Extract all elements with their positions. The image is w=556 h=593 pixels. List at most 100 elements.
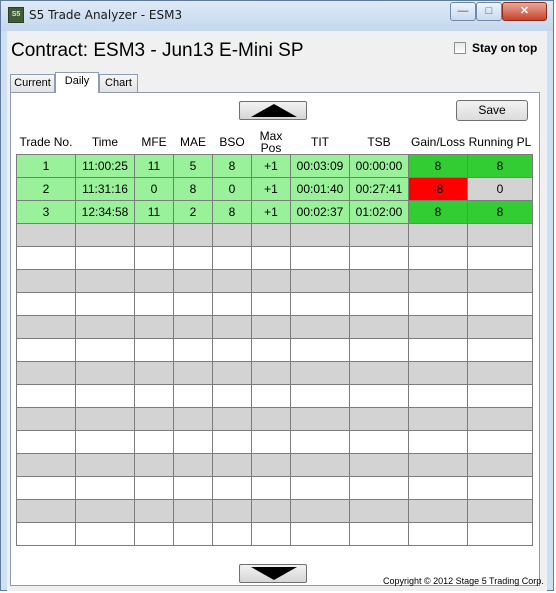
empty-cell[interactable] — [251, 499, 291, 523]
empty-cell[interactable] — [290, 269, 350, 293]
empty-cell[interactable] — [134, 522, 174, 546]
empty-cell[interactable] — [467, 476, 533, 500]
empty-cell[interactable] — [173, 223, 213, 247]
cell-bso[interactable]: 0 — [212, 177, 252, 201]
empty-table-row[interactable] — [16, 522, 533, 546]
empty-cell[interactable] — [134, 292, 174, 316]
empty-table-row[interactable] — [16, 430, 533, 454]
empty-cell[interactable] — [349, 315, 409, 339]
empty-cell[interactable] — [408, 407, 468, 431]
empty-cell[interactable] — [212, 292, 252, 316]
empty-cell[interactable] — [173, 499, 213, 523]
empty-cell[interactable] — [251, 292, 291, 316]
cell-bso[interactable]: 8 — [212, 200, 252, 224]
empty-cell[interactable] — [134, 453, 174, 477]
cell-mae[interactable]: 5 — [173, 154, 213, 178]
empty-cell[interactable] — [349, 430, 409, 454]
empty-cell[interactable] — [349, 338, 409, 362]
empty-cell[interactable] — [290, 430, 350, 454]
empty-cell[interactable] — [212, 522, 252, 546]
empty-cell[interactable] — [349, 522, 409, 546]
empty-cell[interactable] — [290, 315, 350, 339]
empty-cell[interactable] — [16, 269, 76, 293]
cell-tsb[interactable]: 01:02:00 — [349, 200, 409, 224]
cell-bso[interactable]: 8 — [212, 154, 252, 178]
empty-table-row[interactable] — [16, 292, 533, 316]
empty-cell[interactable] — [75, 499, 135, 523]
empty-cell[interactable] — [16, 292, 76, 316]
empty-table-row[interactable] — [16, 453, 533, 477]
empty-table-row[interactable] — [16, 338, 533, 362]
empty-cell[interactable] — [134, 407, 174, 431]
empty-cell[interactable] — [408, 384, 468, 408]
empty-cell[interactable] — [134, 269, 174, 293]
empty-cell[interactable] — [467, 499, 533, 523]
empty-cell[interactable] — [75, 338, 135, 362]
empty-cell[interactable] — [173, 384, 213, 408]
empty-cell[interactable] — [290, 246, 350, 270]
cell-mfe[interactable]: 0 — [134, 177, 174, 201]
empty-cell[interactable] — [290, 361, 350, 385]
empty-cell[interactable] — [212, 315, 252, 339]
tab-daily[interactable]: Daily — [55, 72, 99, 93]
empty-cell[interactable] — [75, 292, 135, 316]
cell-tsb[interactable]: 00:00:00 — [349, 154, 409, 178]
empty-cell[interactable] — [349, 384, 409, 408]
minimize-button[interactable]: — — [450, 2, 476, 21]
empty-cell[interactable] — [290, 223, 350, 247]
empty-cell[interactable] — [173, 522, 213, 546]
empty-cell[interactable] — [16, 407, 76, 431]
cell-mae[interactable]: 2 — [173, 200, 213, 224]
empty-cell[interactable] — [467, 453, 533, 477]
empty-cell[interactable] — [349, 499, 409, 523]
table-row[interactable]: 3 12:34:58 11 2 8 +1 00:02:37 01:02:00 8… — [16, 200, 533, 224]
empty-cell[interactable] — [467, 430, 533, 454]
save-button[interactable]: Save — [456, 100, 528, 121]
empty-cell[interactable] — [75, 384, 135, 408]
cell-tsb[interactable]: 00:27:41 — [349, 177, 409, 201]
empty-table-row[interactable] — [16, 223, 533, 247]
empty-cell[interactable] — [349, 269, 409, 293]
stay-on-top-toggle[interactable]: Stay on top — [454, 41, 537, 55]
empty-cell[interactable] — [467, 269, 533, 293]
cell-mfe[interactable]: 11 — [134, 154, 174, 178]
empty-cell[interactable] — [212, 499, 252, 523]
empty-table-row[interactable] — [16, 476, 533, 500]
cell-running-pl[interactable]: 8 — [467, 154, 533, 178]
empty-cell[interactable] — [349, 453, 409, 477]
empty-cell[interactable] — [408, 453, 468, 477]
empty-cell[interactable] — [134, 361, 174, 385]
empty-cell[interactable] — [212, 361, 252, 385]
empty-cell[interactable] — [251, 384, 291, 408]
cell-max-pos[interactable]: +1 — [251, 154, 291, 178]
empty-cell[interactable] — [173, 292, 213, 316]
col-header-tsb[interactable]: TSB — [349, 130, 409, 155]
empty-cell[interactable] — [173, 246, 213, 270]
empty-cell[interactable] — [75, 223, 135, 247]
empty-cell[interactable] — [290, 384, 350, 408]
title-bar[interactable]: S5 S5 Trade Analyzer - ESM3 — □ ✕ — [1, 1, 553, 31]
cell-tit[interactable]: 00:03:09 — [290, 154, 350, 178]
empty-cell[interactable] — [134, 338, 174, 362]
scroll-up-button[interactable] — [239, 101, 307, 120]
empty-cell[interactable] — [16, 384, 76, 408]
empty-cell[interactable] — [408, 246, 468, 270]
col-header-tit[interactable]: TIT — [290, 130, 350, 155]
cell-trade-no[interactable]: 1 — [16, 154, 76, 178]
empty-cell[interactable] — [467, 407, 533, 431]
empty-cell[interactable] — [16, 361, 76, 385]
table-row[interactable]: 1 11:00:25 11 5 8 +1 00:03:09 00:00:00 8… — [16, 154, 533, 178]
cell-running-pl[interactable]: 8 — [467, 200, 533, 224]
empty-cell[interactable] — [408, 292, 468, 316]
empty-cell[interactable] — [173, 361, 213, 385]
empty-cell[interactable] — [75, 407, 135, 431]
empty-cell[interactable] — [349, 246, 409, 270]
empty-cell[interactable] — [349, 223, 409, 247]
empty-cell[interactable] — [16, 338, 76, 362]
empty-cell[interactable] — [173, 315, 213, 339]
empty-cell[interactable] — [173, 407, 213, 431]
empty-cell[interactable] — [467, 292, 533, 316]
stay-on-top-checkbox[interactable] — [454, 42, 466, 54]
cell-gain-loss[interactable]: -8 — [408, 177, 468, 201]
empty-cell[interactable] — [134, 246, 174, 270]
